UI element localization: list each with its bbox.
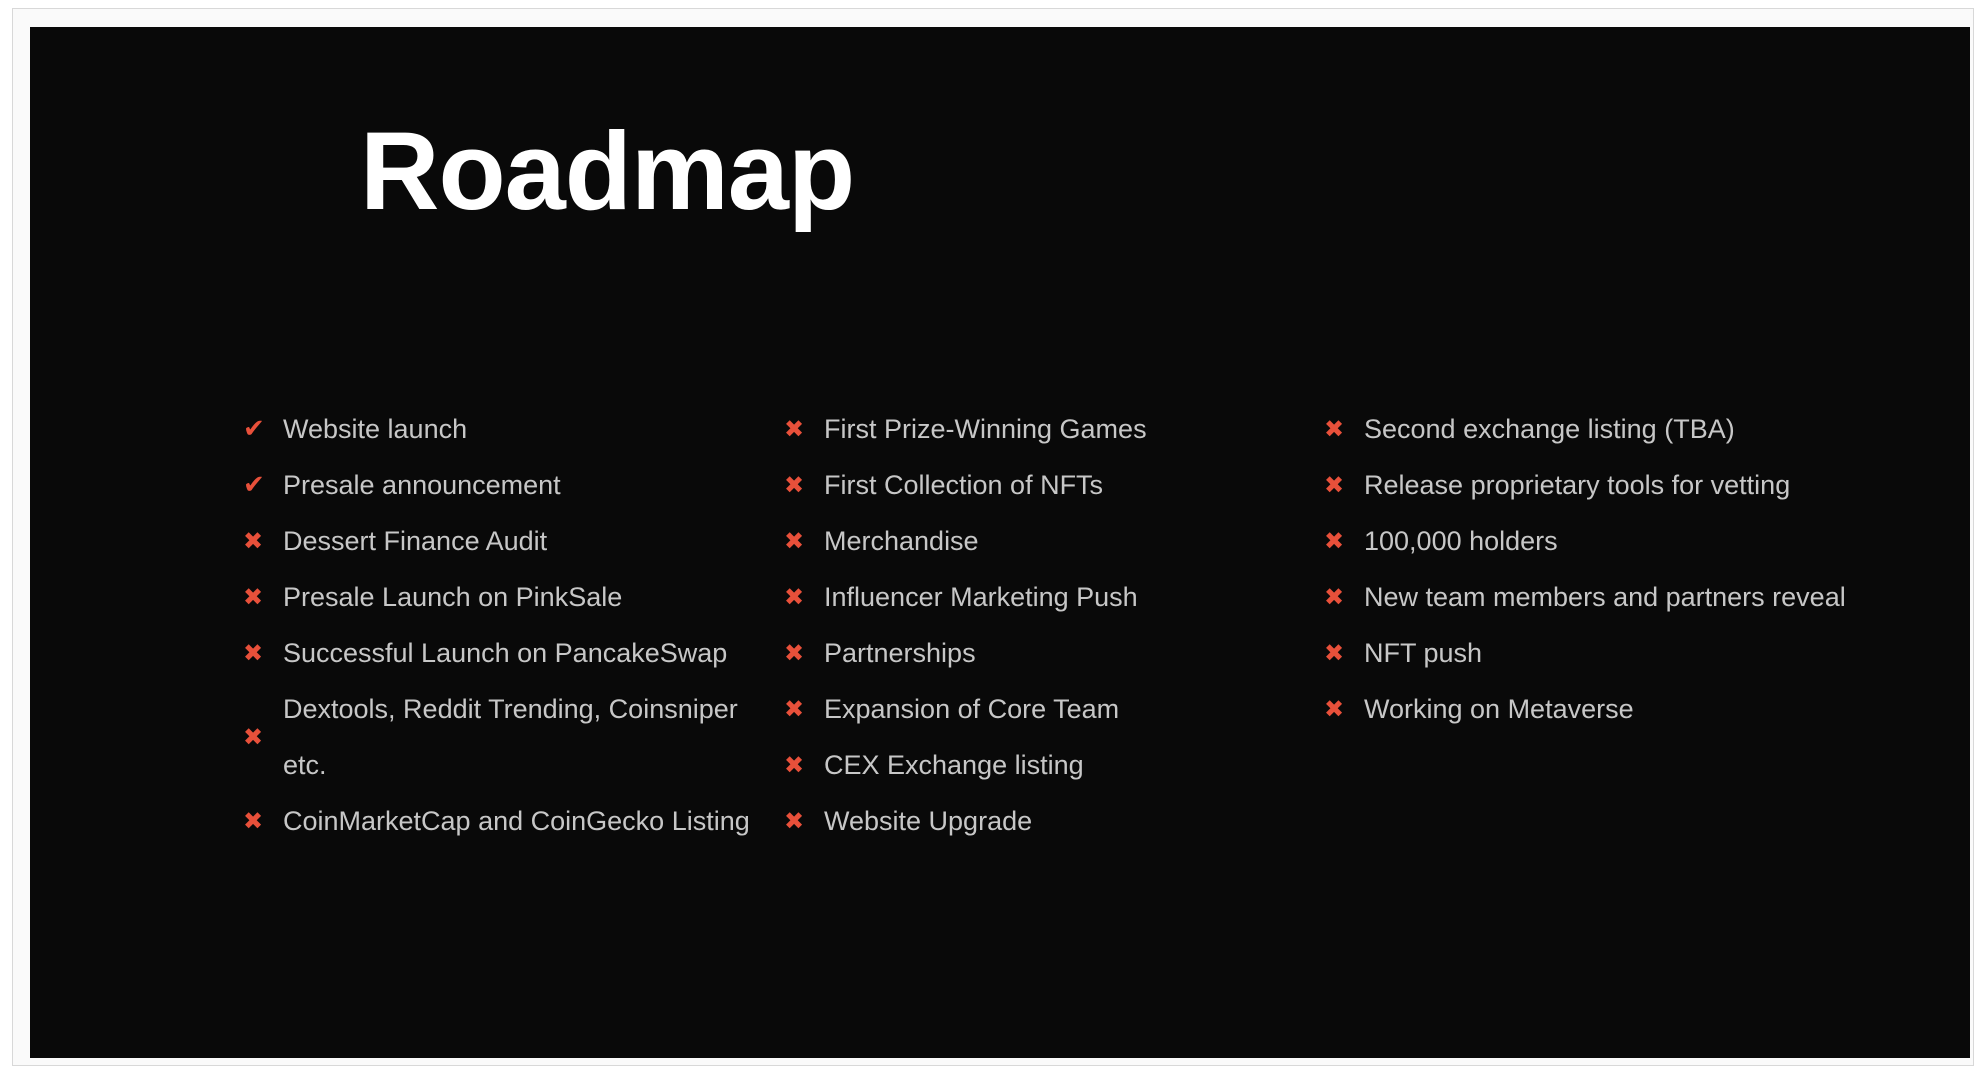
roadmap-item-label: Presale Launch on PinkSale: [283, 582, 623, 612]
roadmap-item-label: CEX Exchange listing: [824, 750, 1084, 780]
roadmap-slide: Roadmap ✔ Website launch ✔ Presale announce…: [30, 27, 1970, 1058]
roadmap-item-label: Website launch: [283, 414, 468, 444]
roadmap-item-label: Dessert Finance Audit: [283, 526, 548, 556]
roadmap-item-label: Partnerships: [824, 638, 976, 668]
cross-icon: ✖: [1324, 415, 1345, 443]
roadmap-item: ✔ Website launch: [243, 401, 763, 457]
cross-icon: ✖: [1324, 639, 1345, 667]
roadmap-column-1: ✔ Website launch ✔ Presale announcement ✖ Des…: [243, 401, 763, 849]
cross-icon: ✖: [784, 751, 805, 779]
cross-icon: ✖: [784, 583, 805, 611]
roadmap-item-label: Expansion of Core Team: [824, 694, 1120, 724]
roadmap-item-label: NFT push: [1364, 638, 1483, 668]
page-title: Roadmap: [360, 110, 855, 233]
roadmap-item: ✖ CoinMarketCap and CoinGecko Listing: [243, 793, 763, 849]
roadmap-item: ✖ Merchandise: [784, 513, 1304, 569]
cross-icon: ✖: [243, 807, 264, 835]
roadmap-item-label: Website Upgrade: [824, 806, 1033, 836]
roadmap-item: ✖ Dextools, Reddit Trending, Coinsniper e…: [243, 681, 763, 793]
cross-icon: ✖: [243, 723, 264, 751]
roadmap-item: ✖ Presale Launch on PinkSale: [243, 569, 763, 625]
roadmap-item-label: Release proprietary tools for vetting: [1364, 470, 1791, 500]
roadmap-item: ✖ Dessert Finance Audit: [243, 513, 763, 569]
roadmap-item: ✖ Website Upgrade: [784, 793, 1304, 849]
cross-icon: ✖: [1324, 695, 1345, 723]
check-icon: ✔: [243, 414, 265, 444]
roadmap-item-label: Dextools, Reddit Trending, Coinsniper et…: [283, 694, 738, 780]
roadmap-item: ✖ Partnerships: [784, 625, 1304, 681]
roadmap-item: ✖ Expansion of Core Team: [784, 681, 1304, 737]
cross-icon: ✖: [784, 471, 805, 499]
cross-icon: ✖: [784, 639, 805, 667]
screenshot-frame: Roadmap ✔ Website launch ✔ Presale announce…: [0, 0, 1979, 1071]
roadmap-item: ✖ NFT push: [1324, 625, 1884, 681]
roadmap-column-2: ✖ First Prize-Winning Games ✖ First Collect…: [784, 401, 1304, 849]
roadmap-item-label: CoinMarketCap and CoinGecko Listing: [283, 806, 750, 836]
cross-icon: ✖: [1324, 471, 1345, 499]
roadmap-item: ✖ Influencer Marketing Push: [784, 569, 1304, 625]
cross-icon: ✖: [784, 695, 805, 723]
roadmap-item-label: Influencer Marketing Push: [824, 582, 1138, 612]
cross-icon: ✖: [784, 415, 805, 443]
roadmap-column-3: ✖ Second exchange listing (TBA) ✖ Release p…: [1324, 401, 1884, 737]
roadmap-item: ✖ First Collection of NFTs: [784, 457, 1304, 513]
cross-icon: ✖: [243, 583, 264, 611]
cross-icon: ✖: [243, 527, 264, 555]
cross-icon: ✖: [784, 527, 805, 555]
roadmap-item-label: Successful Launch on PancakeSwap: [283, 638, 728, 668]
roadmap-item: ✖ Successful Launch on PancakeSwap: [243, 625, 763, 681]
roadmap-item: ✖ New team members and partners reveal: [1324, 569, 1884, 625]
roadmap-item-label: New team members and partners reveal: [1364, 582, 1846, 612]
roadmap-item: ✖ Second exchange listing (TBA): [1324, 401, 1884, 457]
roadmap-item: ✖ First Prize-Winning Games: [784, 401, 1304, 457]
roadmap-item: ✖ Working on Metaverse: [1324, 681, 1884, 737]
roadmap-item-label: Working on Metaverse: [1364, 694, 1634, 724]
roadmap-item-label: First Prize-Winning Games: [824, 414, 1147, 444]
cross-icon: ✖: [1324, 583, 1345, 611]
roadmap-item-label: Second exchange listing (TBA): [1364, 414, 1735, 444]
cross-icon: ✖: [243, 639, 264, 667]
roadmap-item: ✖ CEX Exchange listing: [784, 737, 1304, 793]
roadmap-item: ✖ 100,000 holders: [1324, 513, 1884, 569]
roadmap-item: ✖ Release proprietary tools for vetting: [1324, 457, 1884, 513]
check-icon: ✔: [243, 470, 265, 500]
cross-icon: ✖: [1324, 527, 1345, 555]
roadmap-item-label: Merchandise: [824, 526, 979, 556]
cross-icon: ✖: [784, 807, 805, 835]
roadmap-item-label: 100,000 holders: [1364, 526, 1558, 556]
roadmap-item-label: First Collection of NFTs: [824, 470, 1104, 500]
roadmap-item-label: Presale announcement: [283, 470, 561, 500]
roadmap-item: ✔ Presale announcement: [243, 457, 763, 513]
